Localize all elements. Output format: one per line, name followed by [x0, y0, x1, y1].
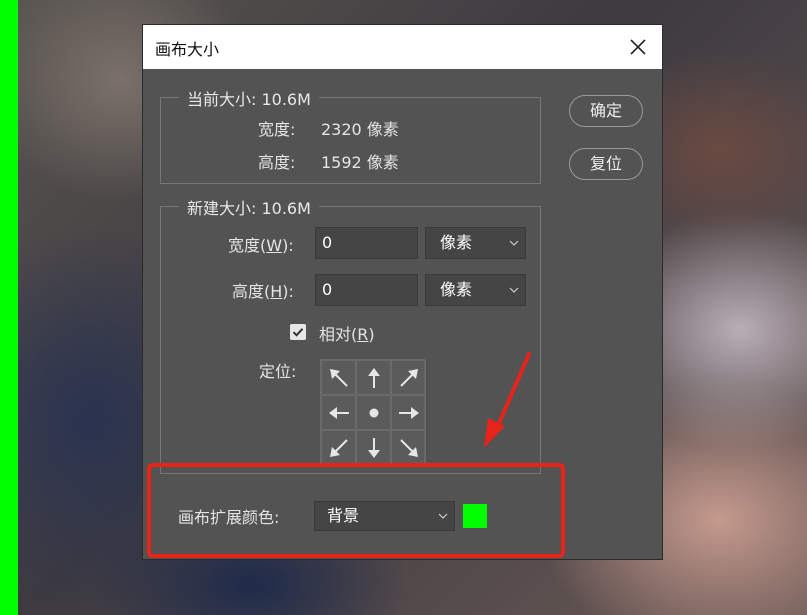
new-width-label: 宽度(W):: [228, 236, 294, 255]
chevron-down-icon: [438, 513, 448, 519]
arrow-up-icon: [367, 367, 380, 388]
arrow-up-left-icon: [329, 368, 348, 387]
anchor-bottom[interactable]: [356, 430, 391, 465]
height-unit-value: 像素: [440, 280, 473, 299]
anchor-top-left[interactable]: [321, 360, 356, 395]
extension-color-select[interactable]: 背景: [314, 501, 455, 531]
new-width-input[interactable]: 0: [315, 227, 418, 259]
dialog-title: 画布大小: [155, 40, 220, 59]
ok-button[interactable]: 确定: [569, 95, 643, 127]
dot-icon: [369, 408, 378, 417]
canvas-size-dialog: 画布大小 当前大小: 10.6M 宽度: 2320 像素 高度: 1592 像素…: [143, 25, 662, 559]
green-canvas-strip: [0, 0, 18, 615]
relative-checkbox[interactable]: [290, 324, 306, 340]
current-width-label: 宽度:: [258, 120, 296, 139]
new-height-label: 高度(H):: [232, 282, 294, 301]
extension-color-label: 画布扩展颜色:: [178, 508, 280, 527]
anchor-grid: [320, 359, 426, 465]
current-width-value: 2320 像素: [321, 120, 399, 139]
extension-color-value: 背景: [327, 506, 360, 525]
arrow-right-icon: [398, 406, 419, 419]
height-unit-select[interactable]: 像素: [425, 274, 526, 306]
current-height-label: 高度:: [258, 153, 296, 172]
arrow-down-left-icon: [329, 438, 348, 457]
anchor-top-right[interactable]: [391, 360, 426, 395]
new-size-legend: 新建大小: 10.6M: [179, 195, 319, 219]
chevron-down-icon: [509, 287, 519, 293]
anchor-bottom-left[interactable]: [321, 430, 356, 465]
new-height-input[interactable]: 0: [315, 274, 418, 306]
title-bar: 画布大小: [143, 25, 662, 69]
arrow-up-right-icon: [399, 368, 418, 387]
close-icon[interactable]: [628, 37, 648, 57]
current-size-legend: 当前大小: 10.6M: [179, 86, 319, 110]
arrow-down-icon: [367, 437, 380, 458]
extension-color-swatch[interactable]: [463, 504, 487, 528]
width-unit-value: 像素: [440, 233, 473, 252]
relative-label[interactable]: 相对(R): [319, 321, 375, 345]
anchor-left[interactable]: [321, 395, 356, 430]
anchor-center[interactable]: [356, 395, 391, 430]
arrow-down-right-icon: [399, 438, 418, 457]
current-height-value: 1592 像素: [321, 153, 399, 172]
chevron-down-icon: [509, 240, 519, 246]
width-unit-select[interactable]: 像素: [425, 227, 526, 259]
reset-button[interactable]: 复位: [569, 148, 643, 180]
anchor-bottom-right[interactable]: [391, 430, 426, 465]
anchor-top[interactable]: [356, 360, 391, 395]
anchor-label: 定位:: [259, 362, 297, 381]
anchor-right[interactable]: [391, 395, 426, 430]
arrow-left-icon: [328, 406, 349, 419]
